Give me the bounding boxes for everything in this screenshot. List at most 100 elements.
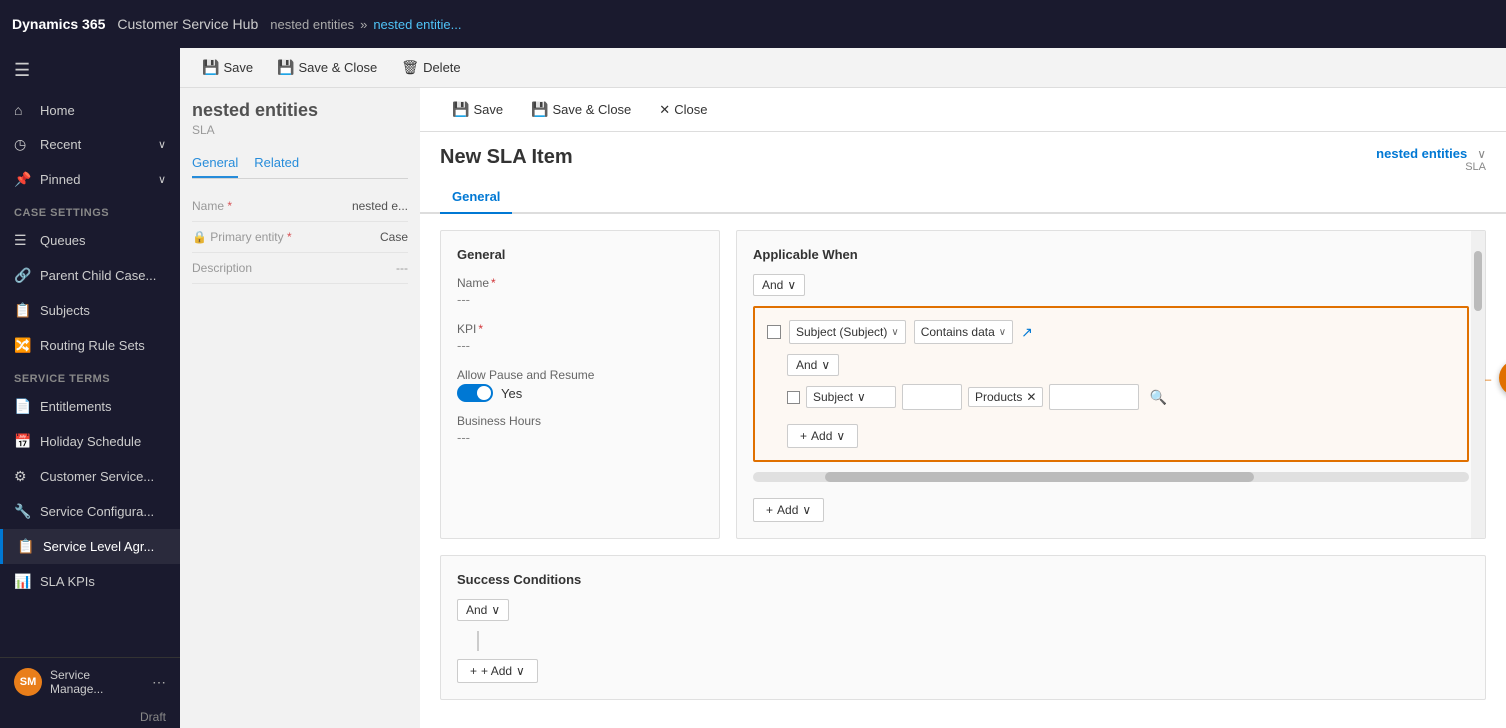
secondary-toolbar: 💾 Save 💾 Save & Close 🗑 Delete [180,48,1506,88]
outer-and-label: And [762,278,783,292]
vertical-scroll-thumb [1474,251,1482,311]
kpi-field-value[interactable]: --- [457,338,703,356]
condition-highlighted-box: Subject (Subject) ∨ Contains data ∨ ↗ [753,306,1469,462]
form-save-close-button[interactable]: 💾 Save & Close [519,96,643,123]
subject-subject-chevron: ∨ [891,327,898,338]
contains-data-chevron: ∨ [999,327,1006,338]
breadcrumb-chevron: » [360,17,367,32]
inner-and-dropdown[interactable]: And ∨ [787,354,839,376]
sidebar-queues-label: Queues [40,233,86,248]
products-dropdown[interactable] [1049,384,1139,410]
user-more-icon[interactable]: ⋯ [152,674,166,691]
hours-field-value[interactable]: --- [457,430,703,448]
breadcrumb: nested entities » nested entitie... [270,17,461,32]
sidebar-item-subjects[interactable]: 📋 Subjects [0,293,180,328]
expand-condition-icon[interactable]: ↗ [1021,324,1033,341]
inner-condition-checkbox[interactable] [787,391,800,404]
pause-toggle[interactable] [457,384,493,402]
sidebar-item-pinned[interactable]: 📌 Pinned ∨ [0,162,180,197]
success-condition-tree [477,631,1469,651]
tab-general[interactable]: General [192,149,238,178]
condition-value-input[interactable] [902,384,962,410]
form-save-icon: 💾 [452,101,469,118]
sidebar-item-parent-child[interactable]: 🔗 Parent Child Case... [0,258,180,293]
success-and-dropdown[interactable]: And ∨ [457,599,509,621]
secondary-save-close-label: Save & Close [299,60,378,75]
success-add-icon: + [470,664,477,678]
sidebar-item-holiday-schedule[interactable]: 📅 Holiday Schedule [0,424,180,459]
field-name-value: nested e... [352,199,408,213]
record-title: nested entities [192,100,408,121]
name-field-value[interactable]: --- [457,292,703,310]
tab-general-form[interactable]: General [440,181,512,214]
sidebar-service-level-label: Service Level Agr... [43,539,154,554]
case-settings-section: Case Settings [0,197,180,223]
general-card-title: General [457,247,703,262]
subjects-icon: 📋 [14,302,30,319]
success-add-chevron: ∨ [516,664,525,678]
sidebar-home-label: Home [40,103,75,118]
sidebar-item-routing-rule-sets[interactable]: 🔀 Routing Rule Sets [0,328,180,363]
subject-subject-select[interactable]: Subject (Subject) ∨ [789,320,906,344]
name-field-label: Name* [457,276,703,290]
success-add-button[interactable]: + + Add ∨ [457,659,538,683]
form-breadcrumb: nested entities ∨ SLA [1376,146,1486,173]
inner-add-label: Add [811,429,832,443]
inner-add-button[interactable]: + Add ∨ [787,424,858,448]
service-configura-icon: 🔧 [14,503,30,520]
sidebar: ☰ ⌂ Home ◷ Recent ∨ 📌 Pinned ∨ Case Sett… [0,48,180,728]
pinned-icon: 📌 [14,171,30,188]
dynamics-logo[interactable]: Dynamics 365 [12,16,105,32]
content-area: 💾 Save 💾 Save & Close 🗑 Delete nested en… [180,48,1506,728]
queues-icon: ☰ [14,232,30,249]
sidebar-item-service-level[interactable]: 📋 Service Level Agr... [0,529,180,564]
outer-condition-checkbox[interactable] [767,325,781,339]
parent-child-icon: 🔗 [14,267,30,284]
hamburger-menu[interactable]: ☰ [0,48,180,93]
customer-service-icon: ⚙ [14,468,30,485]
sidebar-item-entitlements[interactable]: 📄 Entitlements [0,389,180,424]
sidebar-item-service-configura[interactable]: 🔧 Service Configura... [0,494,180,529]
hours-field-label: Business Hours [457,414,703,428]
products-x-icon[interactable]: ✕ [1026,390,1036,404]
secondary-save-button[interactable]: 💾 Save [192,55,263,80]
sidebar-item-sla-kpis[interactable]: 📊 SLA KPIs [0,564,180,599]
breadcrumb-item-1[interactable]: nested entities [270,17,354,32]
form-save-button[interactable]: 💾 Save [440,96,515,123]
secondary-save-close-button[interactable]: 💾 Save & Close [267,55,387,80]
sidebar-subjects-label: Subjects [40,303,90,318]
tab-related[interactable]: Related [254,149,299,178]
breadcrumb-link[interactable]: nested entities [1376,146,1467,161]
field-description-row: Description --- [192,253,408,284]
form-close-icon: ✕ [659,102,670,118]
sidebar-item-queues[interactable]: ☰ Queues [0,223,180,258]
sidebar-item-recent[interactable]: ◷ Recent ∨ [0,127,180,162]
secondary-delete-button[interactable]: 🗑 Delete [391,55,470,80]
kpi-field-label: KPI* [457,322,703,336]
record-panel: nested entities SLA General Related Name… [180,88,420,728]
form-header: New SLA Item nested entities ∨ SLA [420,132,1506,173]
outer-and-chevron: ∨ [787,278,796,292]
outer-add-button[interactable]: + Add ∨ [753,498,824,522]
success-and-label: And [466,603,487,617]
service-terms-section: Service Terms [0,363,180,389]
breadcrumb-item-2[interactable]: nested entitie... [373,17,461,32]
search-button[interactable]: 🔍 [1145,384,1171,410]
form-title: New SLA Item [440,146,573,169]
outer-add-icon: + [766,503,773,517]
sidebar-user[interactable]: SM Service Manage... ⋯ [0,658,180,706]
vertical-scrollbar[interactable] [1471,231,1485,538]
sidebar-item-customer-service[interactable]: ⚙ Customer Service... [0,459,180,494]
success-conditions-area: Success Conditions And ∨ + + Add ∨ [420,555,1506,716]
outer-and-dropdown[interactable]: And ∨ [753,274,805,296]
form-close-label: Close [674,102,707,117]
secondary-save-close-icon: 💾 [277,59,294,76]
form-close-button[interactable]: ✕ Close [647,97,719,123]
inner-add-chevron: ∨ [836,429,845,443]
sidebar-item-home[interactable]: ⌂ Home [0,93,180,127]
subject-field-select[interactable]: Subject ∨ [806,386,896,408]
horizontal-scrollbar[interactable] [753,472,1469,482]
contains-data-select[interactable]: Contains data ∨ [914,320,1013,344]
inner-and-label: And [796,358,817,372]
field-primary-entity-value: Case [380,230,408,244]
